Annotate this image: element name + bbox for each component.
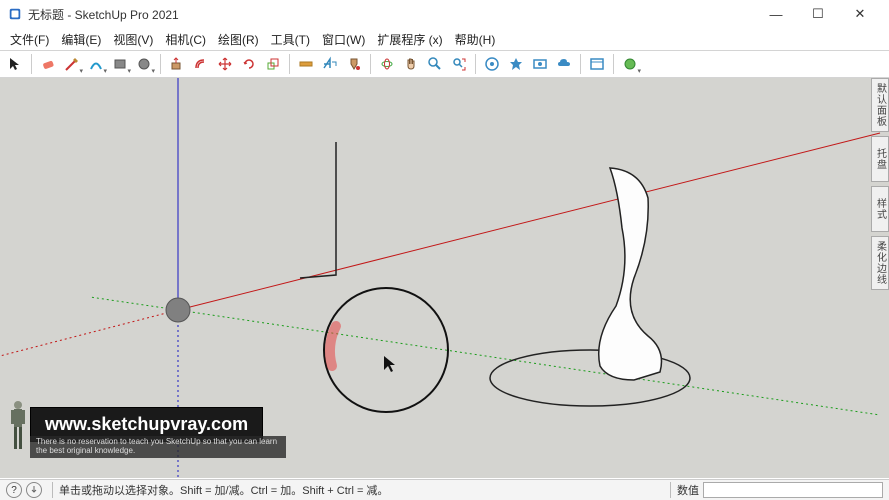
separator	[370, 54, 371, 74]
separator	[613, 54, 614, 74]
tray-styles[interactable]: 样式	[871, 186, 889, 232]
zoom-extents-tool[interactable]	[448, 53, 470, 75]
pushpull-tool[interactable]	[166, 53, 188, 75]
separator	[52, 482, 53, 498]
main-toolbar: ▾ ▾ ▾ ▾ ▾	[0, 50, 889, 78]
orbit-tool[interactable]	[376, 53, 398, 75]
menu-tools[interactable]: 工具(T)	[265, 29, 316, 50]
status-hint: 单击或拖动以选择对象。Shift = 加/减。Ctrl = 加。Shift + …	[59, 482, 664, 498]
menu-file[interactable]: 文件(F)	[4, 29, 55, 50]
tray-tabs: 默认面板 托盘 样式 柔化边线	[871, 78, 889, 290]
watermark-subtitle: There is no reservation to teach you Ske…	[30, 436, 286, 458]
tray-tray[interactable]: 托盘	[871, 136, 889, 182]
maximize-button[interactable]: ☐	[797, 0, 839, 28]
separator	[160, 54, 161, 74]
window-title: 无标题 - SketchUp Pro 2021	[28, 6, 755, 23]
minimize-button[interactable]: —	[755, 0, 797, 28]
pan-tool[interactable]	[400, 53, 422, 75]
menu-help[interactable]: 帮助(H)	[449, 29, 502, 50]
vray-cloud[interactable]	[553, 53, 575, 75]
zoom-tool[interactable]	[424, 53, 446, 75]
line-tool[interactable]: ▾	[61, 53, 83, 75]
separator	[31, 54, 32, 74]
measurement-input[interactable]	[703, 482, 883, 498]
menu-camera[interactable]: 相机(C)	[159, 29, 212, 50]
menu-extensions[interactable]: 扩展程序 (x)	[371, 29, 448, 50]
move-tool[interactable]	[214, 53, 236, 75]
offset-tool[interactable]	[190, 53, 212, 75]
close-button[interactable]: ✕	[839, 0, 881, 28]
window-controls: — ☐ ✕	[755, 0, 881, 28]
tray-default[interactable]: 默认面板	[871, 78, 889, 132]
vray-objects[interactable]: ▾	[619, 53, 641, 75]
vray-frame-buffer[interactable]	[586, 53, 608, 75]
separator	[670, 482, 671, 498]
tray-soften[interactable]: 柔化边线	[871, 236, 889, 290]
model-viewport[interactable]: www.sketchupvray.com There is no reserva…	[0, 78, 889, 478]
text-tool[interactable]	[319, 53, 341, 75]
vray-asset-editor[interactable]	[481, 53, 503, 75]
scale-figure-icon	[6, 398, 30, 454]
shapes-tool[interactable]: ▾	[109, 53, 131, 75]
window-titlebar: 无标题 - SketchUp Pro 2021 — ☐ ✕	[0, 0, 889, 28]
menu-draw[interactable]: 绘图(R)	[212, 29, 265, 50]
vray-render[interactable]	[505, 53, 527, 75]
arc-tool[interactable]: ▾	[85, 53, 107, 75]
menu-window[interactable]: 窗口(W)	[316, 29, 371, 50]
eraser-tool[interactable]	[37, 53, 59, 75]
tape-tool[interactable]	[295, 53, 317, 75]
measurement-label: 数值	[677, 482, 703, 498]
circle-tool[interactable]: ▾	[133, 53, 155, 75]
paint-tool[interactable]	[343, 53, 365, 75]
rotate-tool[interactable]	[238, 53, 260, 75]
menu-bar: 文件(F) 编辑(E) 视图(V) 相机(C) 绘图(R) 工具(T) 窗口(W…	[0, 28, 889, 50]
separator	[289, 54, 290, 74]
vray-interactive[interactable]	[529, 53, 551, 75]
menu-edit[interactable]: 编辑(E)	[55, 29, 107, 50]
separator	[475, 54, 476, 74]
app-icon	[8, 7, 22, 21]
help-status-button[interactable]: ?	[6, 482, 22, 498]
select-tool[interactable]	[4, 53, 26, 75]
status-bar: ? 单击或拖动以选择对象。Shift = 加/减。Ctrl = 加。Shift …	[0, 479, 889, 500]
menu-view[interactable]: 视图(V)	[107, 29, 159, 50]
scale-tool[interactable]	[262, 53, 284, 75]
separator	[580, 54, 581, 74]
geo-status-button[interactable]	[26, 482, 42, 498]
